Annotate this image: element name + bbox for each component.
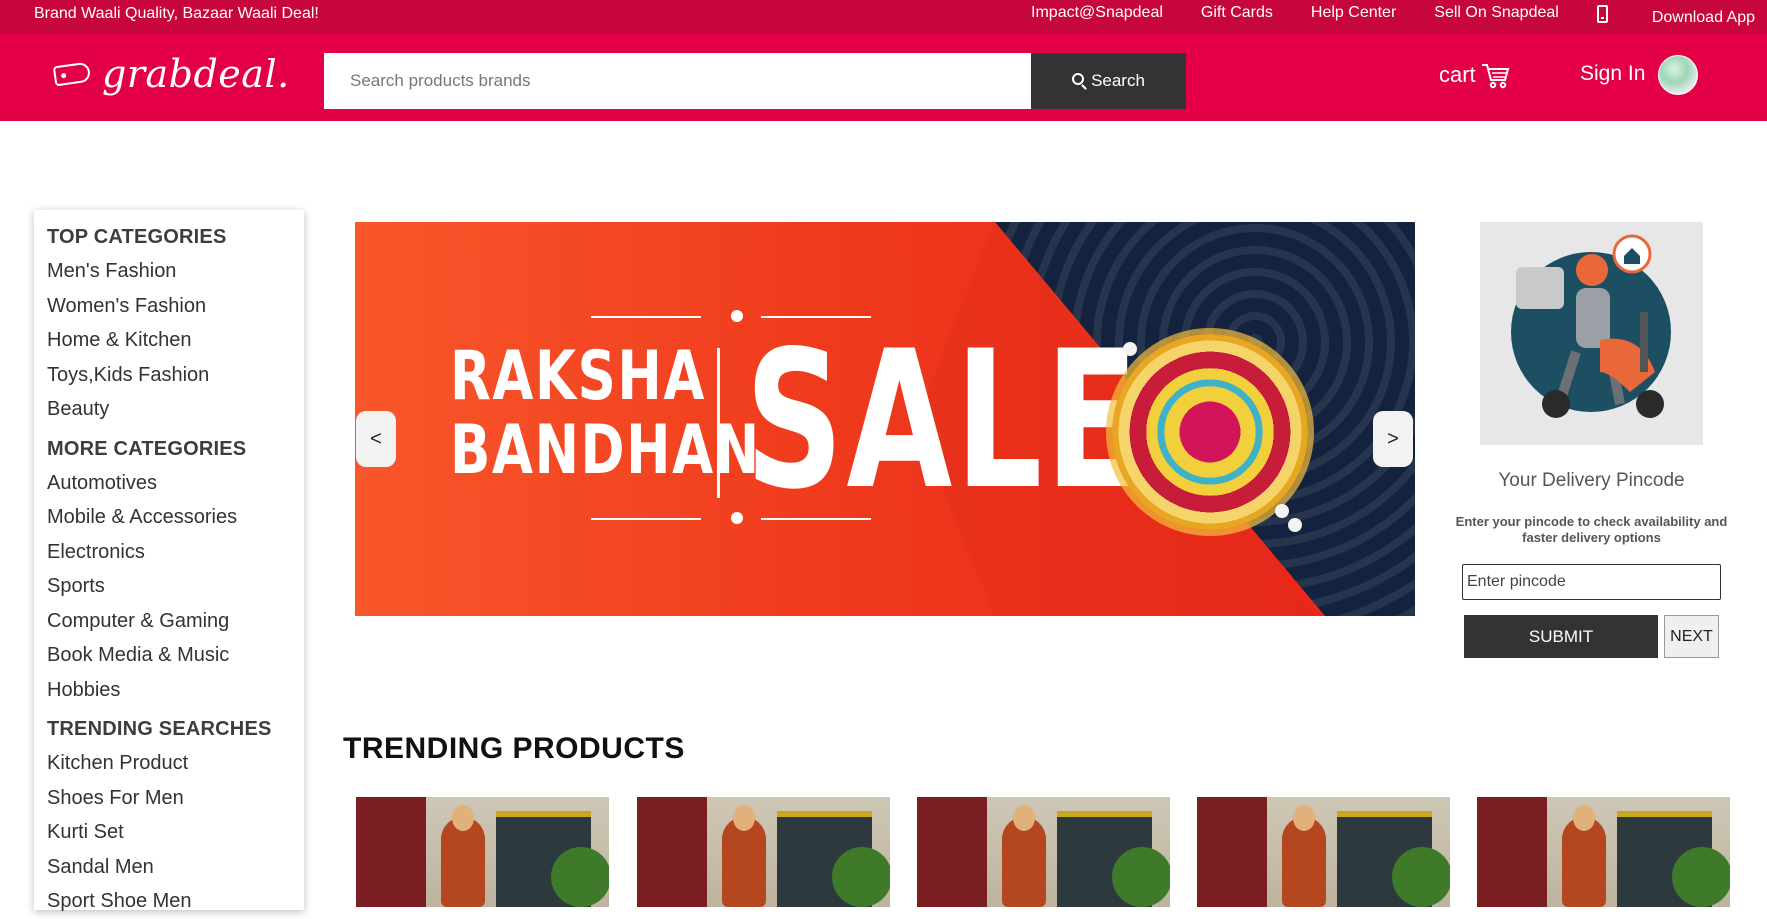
section-title: TRENDING SEARCHES xyxy=(47,718,272,740)
product-image-door xyxy=(637,797,707,907)
logo[interactable]: grabdeal. xyxy=(52,52,290,96)
product-image-door xyxy=(1197,797,1267,907)
product-image-head xyxy=(1293,805,1315,831)
gift-cards-link[interactable]: Gift Cards xyxy=(1201,4,1273,27)
phone-icon xyxy=(1596,5,1608,23)
product-image-head xyxy=(1013,805,1035,831)
banner-divider xyxy=(717,348,720,498)
product-image-door xyxy=(356,797,426,907)
section-title: TOP CATEGORIES xyxy=(47,226,227,248)
category-sidebar: TOP CATEGORIES Men's Fashion Women's Fas… xyxy=(34,210,304,912)
rakhi-bead xyxy=(1123,342,1137,356)
sidebar-item-mobile-accessories[interactable]: Mobile & Accessories xyxy=(47,500,304,535)
promo-text: Brand Waali Quality, Bazaar Waali Deal! xyxy=(34,5,319,22)
product-image-plant xyxy=(832,847,890,907)
sidebar-item-womens-fashion[interactable]: Women's Fashion xyxy=(47,289,304,324)
product-image-plant xyxy=(1112,847,1170,907)
search-icon xyxy=(1072,73,1085,85)
banner-line-2: BANDHAN xyxy=(450,411,761,490)
sidebar-item-computer-gaming[interactable]: Computer & Gaming xyxy=(47,604,304,639)
product-image-head xyxy=(452,805,474,831)
sign-in-link[interactable]: Sign In xyxy=(1580,62,1645,86)
product-card[interactable] xyxy=(917,797,1170,907)
next-button[interactable]: NEXT xyxy=(1664,615,1719,658)
search-input[interactable] xyxy=(324,53,1031,109)
trending-searches-section: TRENDING SEARCHES Kitchen Product Shoes … xyxy=(47,712,304,919)
product-image-head xyxy=(1573,805,1595,831)
search-button[interactable]: Search xyxy=(1031,53,1186,109)
delivery-scooter-icon xyxy=(1511,234,1671,418)
header: grabdeal. Search cart Sign In xyxy=(0,34,1767,121)
sidebar-item-electronics[interactable]: Electronics xyxy=(47,535,304,570)
sidebar-item-kurti-set[interactable]: Kurti Set xyxy=(47,815,304,850)
trending-products-title: TRENDING PRODUCTS xyxy=(343,732,685,765)
sidebar-item-shoes-for-men[interactable]: Shoes For Men xyxy=(47,781,304,816)
sidebar-item-sandal-men[interactable]: Sandal Men xyxy=(47,850,304,885)
rakhi-bead xyxy=(1288,518,1302,532)
product-image-plant xyxy=(551,847,609,907)
sell-on-snapdeal-link[interactable]: Sell On Snapdeal xyxy=(1434,4,1559,27)
rakhi-bead xyxy=(1275,504,1289,518)
product-image-door xyxy=(1477,797,1547,907)
cart-icon xyxy=(1481,64,1509,89)
ornament-dot xyxy=(731,512,743,524)
sidebar-item-hobbies[interactable]: Hobbies xyxy=(47,673,304,708)
banner-title: RAKSHA BANDHAN xyxy=(450,340,761,488)
top-links: Impact@Snapdeal Gift Cards Help Center S… xyxy=(993,4,1755,27)
sidebar-item-sport-shoe-men[interactable]: Sport Shoe Men xyxy=(47,884,304,919)
ornament-line xyxy=(761,518,871,520)
sidebar-item-kitchen-product[interactable]: Kitchen Product xyxy=(47,746,304,781)
product-card[interactable] xyxy=(637,797,890,907)
cart-button[interactable]: cart xyxy=(1439,61,1510,89)
promo-banner-carousel[interactable]: RAKSHA BANDHAN SALE xyxy=(355,222,1415,616)
ornament-line xyxy=(591,518,701,520)
ornament-line xyxy=(591,316,701,318)
product-card[interactable] xyxy=(1477,797,1730,907)
ornament-dot xyxy=(731,310,743,322)
carousel-next-button[interactable]: > xyxy=(1373,411,1413,467)
cart-label: cart xyxy=(1439,62,1476,87)
sidebar-item-mens-fashion[interactable]: Men's Fashion xyxy=(47,254,304,289)
delivery-title: Your Delivery Pincode xyxy=(1498,470,1685,491)
rakhi-image xyxy=(1112,334,1308,530)
pincode-input[interactable] xyxy=(1462,564,1721,600)
submit-button[interactable]: SUBMIT xyxy=(1464,615,1658,658)
download-app-label: Download App xyxy=(1651,9,1755,26)
delivery-illustration xyxy=(1480,222,1703,445)
sidebar-item-book-media-music[interactable]: Book Media & Music xyxy=(47,638,304,673)
top-strip: Brand Waali Quality, Bazaar Waali Deal! … xyxy=(0,0,1767,34)
logo-text: grabdeal. xyxy=(102,52,290,96)
product-image-head xyxy=(733,805,755,831)
search-button-label: Search xyxy=(1091,71,1145,90)
product-image-door xyxy=(917,797,987,907)
sidebar-item-sports[interactable]: Sports xyxy=(47,569,304,604)
banner-sale-text: SALE xyxy=(745,310,1142,531)
sidebar-item-beauty[interactable]: Beauty xyxy=(47,392,304,427)
product-image-plant xyxy=(1392,847,1450,907)
product-card[interactable] xyxy=(356,797,609,907)
product-image-plant xyxy=(1672,847,1730,907)
price-tag-icon xyxy=(52,61,92,87)
help-center-link[interactable]: Help Center xyxy=(1311,4,1396,27)
search-bar: Search xyxy=(324,53,1186,109)
carousel-prev-button[interactable]: < xyxy=(356,411,396,467)
top-categories-section: TOP CATEGORIES Men's Fashion Women's Fas… xyxy=(47,220,304,427)
sidebar-item-toys-kids-fashion[interactable]: Toys,Kids Fashion xyxy=(47,358,304,393)
impact-link[interactable]: Impact@Snapdeal xyxy=(1031,4,1163,27)
download-app-link[interactable]: Download App xyxy=(1596,4,1755,27)
delivery-description: Enter your pincode to check availability… xyxy=(1455,514,1728,545)
sidebar-item-home-kitchen[interactable]: Home & Kitchen xyxy=(47,323,304,358)
product-card[interactable] xyxy=(1197,797,1450,907)
section-title: MORE CATEGORIES xyxy=(47,437,247,460)
more-categories-section: MORE CATEGORIES Automotives Mobile & Acc… xyxy=(47,432,304,708)
avatar[interactable] xyxy=(1658,55,1698,95)
banner-line-1: RAKSHA xyxy=(450,337,706,416)
sidebar-item-automotives[interactable]: Automotives xyxy=(47,466,304,501)
